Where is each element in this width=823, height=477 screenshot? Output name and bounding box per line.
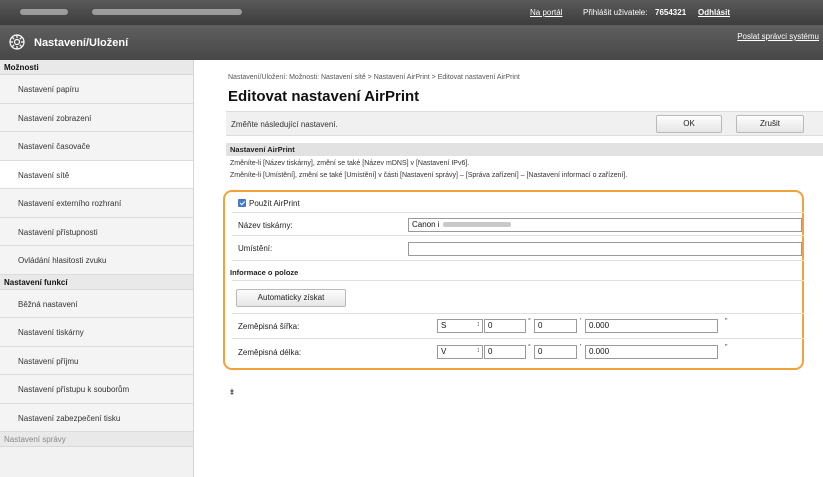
printer-name-label: Název tiskárny: [238,221,293,230]
blurred-text [92,9,242,15]
auto-get-button[interactable]: Automaticky získat [236,289,346,307]
sidebar-item-common[interactable]: Běžná nastavení [0,289,193,318]
longitude-minutes-value: 0 [538,347,543,356]
latitude-degrees-input[interactable]: 0 [484,319,526,333]
latitude-seconds-value: 0.000 [589,321,610,330]
second-symbol: " [725,318,728,325]
sidebar-section-functions: Nastavení funkcí [0,274,193,290]
longitude-degrees-value: 0 [488,347,493,356]
printer-name-input[interactable]: Canon i [408,218,802,232]
degree-symbol: ° [528,344,531,351]
page-title: Editovat nastavení AirPrint [228,88,420,105]
latitude-direction-select[interactable]: S ↕ [437,319,483,333]
location-label: Umístění: [238,244,273,253]
longitude-direction-value: V [441,347,447,356]
latitude-degrees-value: 0 [488,321,493,330]
second-symbol: " [725,344,728,351]
portal-link[interactable]: Na portál [530,8,562,17]
logout-link[interactable]: Odhlásit [698,8,730,17]
divider [232,313,804,314]
sidebar-item-accessibility[interactable]: Nastavení přístupnosti [0,217,193,246]
use-airprint-checkbox[interactable] [238,199,246,207]
chevron-down-icon: ↕ [476,347,481,354]
cancel-button[interactable]: Zrušit [736,115,804,133]
instruction-text: Změňte následující nastavení. [231,120,338,129]
latitude-minutes-input[interactable]: 0 [534,319,577,333]
sidebar-section-management[interactable]: Nastavení správy [0,432,193,447]
longitude-direction-select[interactable]: V ↕ [437,345,483,359]
sidebar-item-timer[interactable]: Nastavení časovače [0,132,193,161]
longitude-label: Zeměpisná délka: [238,348,302,357]
sidebar-item-volume[interactable]: Ovládání hlasitosti zvuku [0,246,193,275]
main-content: Nastavení/Uložení: Možnosti: Nastavení s… [194,60,823,477]
sidebar-item-external-interface[interactable]: Nastavení externího rozhraní [0,189,193,218]
sidebar-item-printer[interactable]: Nastavení tiskárny [0,318,193,347]
app-title: Nastavení/Uložení [34,37,129,49]
login-user-label: Přihlášit uživatele: [583,8,648,17]
login-user-value: 7654321 [655,8,687,17]
note-printer-name: Změníte-li [Název tiskárny], změní se ta… [230,160,470,167]
instruction-bar: Změňte následující nastavení. OK Zrušit [226,111,823,136]
sidebar-item-network[interactable]: Nastavení sítě [0,160,193,189]
sidebar-item-receive[interactable]: Nastavení příjmu [0,346,193,375]
location-input[interactable] [408,242,802,256]
longitude-degrees-input[interactable]: 0 [484,345,526,359]
minute-symbol: ' [580,318,582,325]
sidebar: Možnosti Nastavení papíru Nastavení zobr… [0,60,194,477]
back-to-top-icon[interactable]: ⯒ [230,385,234,401]
divider [232,260,804,261]
sidebar-section-options: Možnosti [0,60,193,75]
mail-admin-link[interactable]: Poslat správci systému [737,32,819,41]
use-airprint-label: Použít AirPrint [249,199,300,208]
breadcrumb: Nastavení/Uložení: Možnosti: Nastavení s… [228,74,520,81]
divider [232,280,804,281]
minute-symbol: ' [580,344,582,351]
blurred-text [442,222,511,228]
settings-icon [9,34,25,50]
divider [232,338,804,339]
ok-button[interactable]: OK [656,115,722,133]
chevron-down-icon: ↕ [476,321,481,328]
latitude-direction-value: S [441,321,447,330]
printer-name-value: Canon i [412,220,440,229]
section-title: Nastavení AirPrint [226,143,823,156]
top-bar: Na portál Přihlášit uživatele: 7654321 O… [0,0,823,25]
blurred-text [20,9,68,15]
divider [232,212,804,213]
position-section-title: Informace o poloze [230,268,299,277]
longitude-seconds-value: 0.000 [589,347,610,356]
degree-symbol: ° [528,318,531,325]
title-bar: Nastavení/Uložení Poslat správci systému [0,25,823,60]
divider [232,235,804,236]
latitude-seconds-input[interactable]: 0.000 [585,319,718,333]
longitude-minutes-input[interactable]: 0 [534,345,577,359]
note-location: Změníte-li [Umístění], změní se také [Um… [230,172,628,179]
sidebar-item-display[interactable]: Nastavení zobrazení [0,103,193,132]
latitude-label: Zeměpisná šířka: [238,322,300,331]
longitude-seconds-input[interactable]: 0.000 [585,345,718,359]
sidebar-item-paper[interactable]: Nastavení papíru [0,75,193,104]
sidebar-item-file-access[interactable]: Nastavení přístupu k souborům [0,375,193,404]
latitude-minutes-value: 0 [538,321,543,330]
sidebar-item-print-security[interactable]: Nastavení zabezpečení tisku [0,403,193,432]
